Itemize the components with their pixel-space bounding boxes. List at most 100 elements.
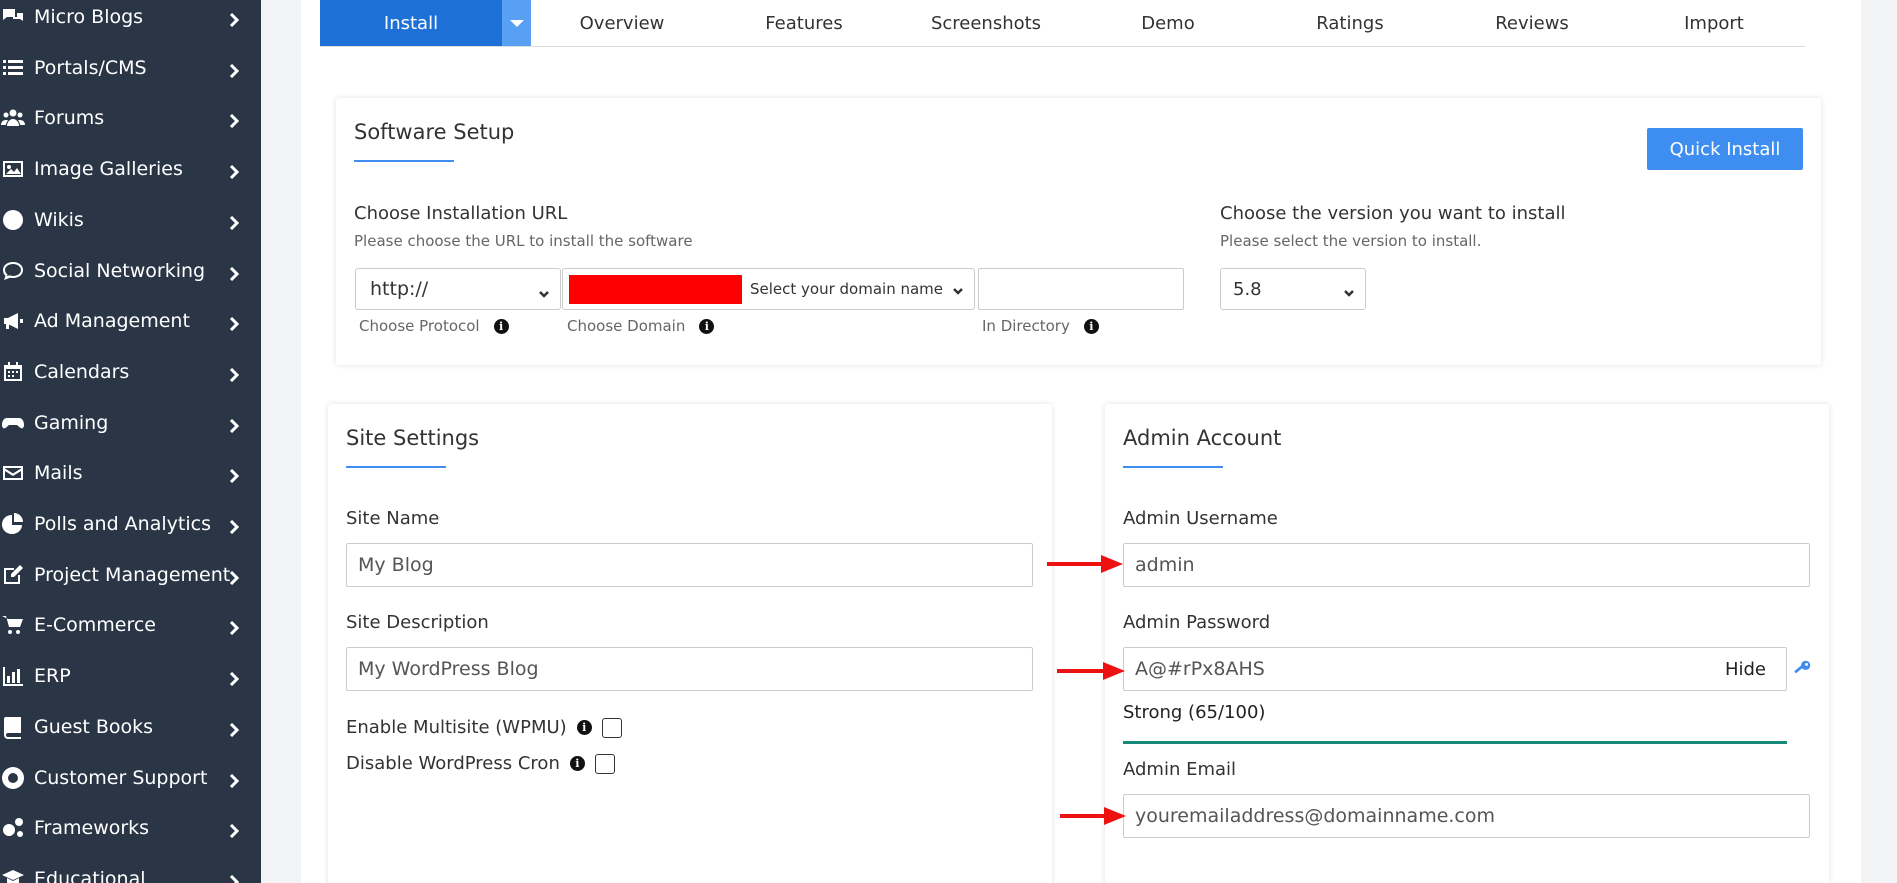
sidebar-item-erp[interactable]: ERP: [0, 651, 261, 701]
chevron-down-icon: [1343, 283, 1355, 297]
tab-import[interactable]: Import: [1623, 0, 1805, 46]
sidebar-item-label: Mails: [34, 462, 83, 484]
comments-icon: [0, 4, 26, 30]
sidebar-item-e-commerce[interactable]: E-Commerce: [0, 600, 261, 650]
info-icon[interactable]: i: [1083, 318, 1099, 334]
multisite-checkbox[interactable]: [601, 717, 622, 738]
install-dropdown-toggle[interactable]: [502, 0, 531, 46]
sidebar-item-mails[interactable]: Mails: [0, 448, 261, 498]
admin-password-value: A@#rPx8AHS: [1135, 658, 1265, 680]
chevron-right-icon: [227, 821, 241, 839]
site-name-label: Site Name: [346, 508, 440, 529]
edit-icon: [0, 562, 26, 588]
sidebar-item-wikis[interactable]: Wikis: [0, 195, 261, 245]
sidebar-item-micro-blogs[interactable]: Micro Blogs: [0, 0, 261, 42]
sidebar-item-label: Polls and Analytics: [34, 513, 211, 535]
sidebar-item-label: Image Galleries: [34, 158, 183, 180]
sidebar-item-label: Micro Blogs: [34, 6, 144, 28]
chevron-right-icon: [227, 111, 241, 129]
sidebar-item-label: Forums: [34, 107, 105, 129]
info-icon[interactable]: i: [576, 720, 592, 735]
admin-email-label: Admin Email: [1123, 759, 1237, 780]
site-name-input[interactable]: My Blog: [346, 543, 1033, 587]
image-icon: [0, 156, 26, 182]
sidebar-item-label: Customer Support: [34, 767, 208, 789]
tab-ratings[interactable]: Ratings: [1259, 0, 1441, 46]
sidebar-item-social-networking[interactable]: Social Networking: [0, 246, 261, 296]
protocol-select[interactable]: http://: [355, 268, 561, 310]
tab-screenshots[interactable]: Screenshots: [895, 0, 1077, 46]
version-heading: Choose the version you want to install: [1220, 203, 1566, 224]
directory-input[interactable]: [978, 268, 1184, 310]
cogs-icon: [0, 815, 26, 841]
key-icon[interactable]: [1791, 658, 1813, 680]
sidebar-item-label: Project Management: [34, 564, 231, 586]
chevron-right-icon: [227, 416, 241, 434]
sidebar-item-project-management[interactable]: Project Management: [0, 550, 261, 600]
chevron-right-icon: [227, 365, 241, 383]
tab-features[interactable]: Features: [713, 0, 895, 46]
cron-checkbox[interactable]: [594, 753, 615, 774]
chevron-right-icon: [227, 10, 241, 28]
sidebar-item-label: Ad Management: [34, 310, 190, 332]
choose-domain-label: Choose Domain i: [567, 317, 715, 335]
site-settings-card: Site Settings Site Name My Blog Site Des…: [328, 404, 1052, 883]
site-description-input[interactable]: My WordPress Blog: [346, 647, 1033, 691]
sidebar-item-forums[interactable]: Forums: [0, 93, 261, 143]
sidebar-item-label: Wikis: [34, 209, 84, 231]
chevron-right-icon: [227, 264, 241, 282]
tab-demo[interactable]: Demo: [1077, 0, 1259, 46]
info-icon[interactable]: i: [699, 318, 715, 334]
multisite-label: Enable Multisite (WPMU): [346, 717, 567, 738]
admin-username-label: Admin Username: [1123, 508, 1278, 529]
sidebar-item-educational[interactable]: Educational: [0, 854, 261, 883]
chevron-down-icon: [538, 283, 550, 298]
sidebar-item-calendars[interactable]: Calendars: [0, 347, 261, 397]
chevron-right-icon: [227, 720, 241, 738]
book-icon: [0, 714, 26, 740]
tab-install[interactable]: Install: [320, 0, 502, 46]
chevron-down-icon: [952, 283, 964, 295]
hide-password-toggle[interactable]: Hide: [1725, 659, 1766, 680]
choose-domain-text: Choose Domain: [567, 317, 686, 335]
chevron-right-icon: [227, 517, 241, 535]
password-strength-label: Strong (65/100): [1123, 702, 1266, 723]
admin-email-input[interactable]: youremailaddress@domainname.com: [1123, 794, 1810, 838]
caret-down-icon: [509, 20, 524, 27]
sidebar-item-ad-management[interactable]: Ad Management: [0, 296, 261, 346]
sidebar-item-label: Portals/CMS: [34, 57, 147, 79]
title-underline: [1123, 466, 1223, 468]
sidebar-item-guest-books[interactable]: Guest Books: [0, 702, 261, 752]
version-select[interactable]: 5.8: [1220, 268, 1366, 310]
info-icon[interactable]: i: [493, 318, 509, 334]
admin-password-input[interactable]: A@#rPx8AHS Hide: [1123, 647, 1787, 691]
sidebar-item-label: Calendars: [34, 361, 130, 383]
annotation-arrow: [1047, 554, 1123, 574]
quick-install-button[interactable]: Quick Install: [1647, 128, 1803, 170]
sidebar-item-polls-and-analytics[interactable]: Polls and Analytics: [0, 499, 261, 549]
tab-overview[interactable]: Overview: [531, 0, 713, 46]
domain-select[interactable]: Select your domain name: [562, 268, 975, 310]
sidebar-item-customer-support[interactable]: Customer Support: [0, 753, 261, 803]
version-subtext: Please select the version to install.: [1220, 232, 1482, 250]
admin-account-card: Admin Account Admin Username admin Admin…: [1105, 404, 1829, 883]
site-description-label: Site Description: [346, 612, 489, 633]
info-icon[interactable]: i: [569, 756, 585, 771]
password-strength-bar: [1123, 741, 1787, 744]
annotation-arrow: [1060, 806, 1126, 826]
protocol-value: http://: [370, 278, 429, 300]
tab-bar: Install Overview Features Screenshots De…: [320, 0, 1805, 47]
admin-username-input[interactable]: admin: [1123, 543, 1810, 587]
choose-protocol-label: Choose Protocol i: [359, 317, 509, 335]
sidebar-item-portals-cms[interactable]: Portals/CMS: [0, 43, 261, 93]
cron-row: Disable WordPress Cron i: [346, 753, 615, 774]
sidebar-item-image-galleries[interactable]: Image Galleries: [0, 144, 261, 194]
sidebar-item-gaming[interactable]: Gaming: [0, 398, 261, 448]
installation-url-heading: Choose Installation URL: [354, 203, 568, 224]
tab-reviews[interactable]: Reviews: [1441, 0, 1623, 46]
version-value: 5.8: [1233, 278, 1262, 300]
title-underline: [354, 160, 454, 162]
gamepad-icon: [0, 410, 26, 436]
sidebar-item-frameworks[interactable]: Frameworks: [0, 803, 261, 853]
multisite-row: Enable Multisite (WPMU) i: [346, 717, 622, 738]
